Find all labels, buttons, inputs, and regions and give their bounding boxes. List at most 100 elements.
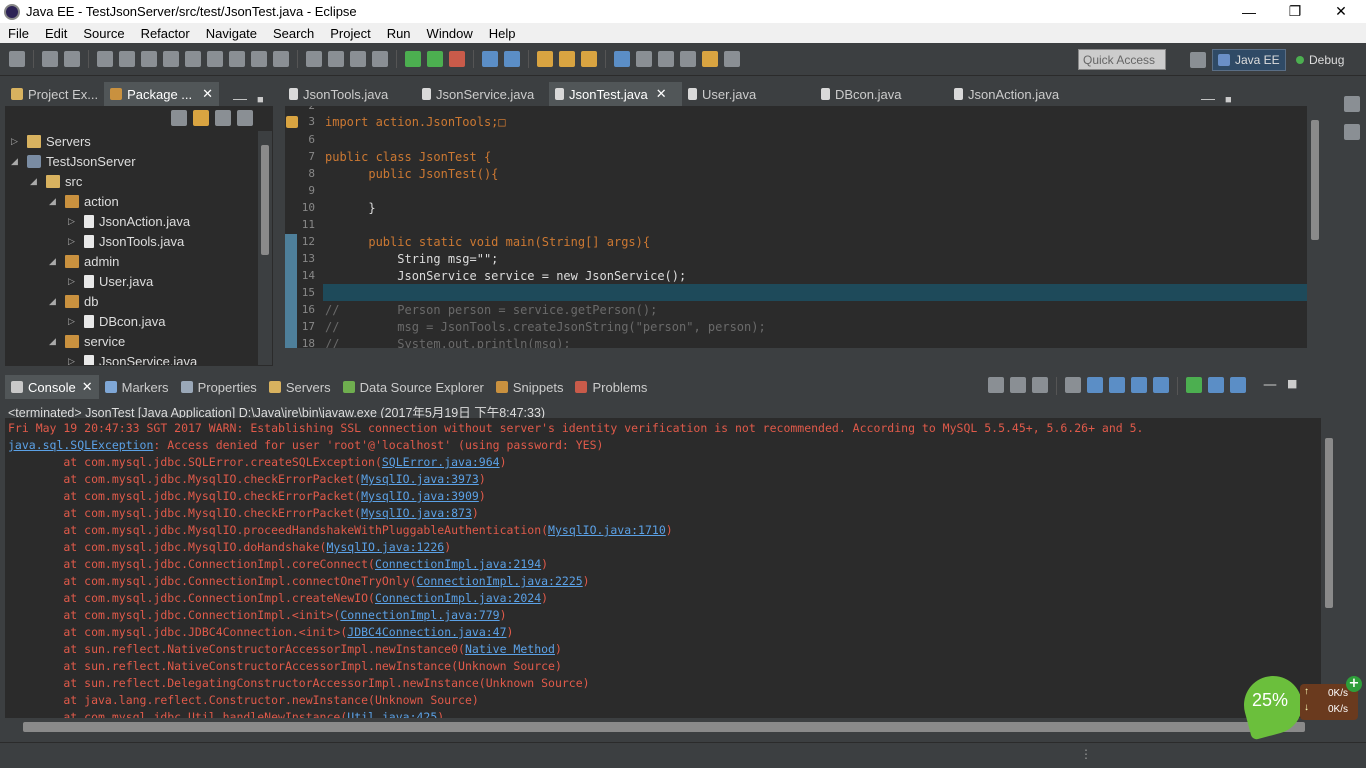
show-on-error-icon[interactable]	[1153, 377, 1169, 393]
code-line[interactable]: String msg="";	[325, 252, 498, 266]
tree-item[interactable]: ◢ action	[49, 191, 119, 211]
clear-console-icon[interactable]	[1065, 377, 1081, 393]
quick-access-input[interactable]: Quick Access	[1078, 49, 1166, 70]
editor-tab[interactable]: JsonTools.java	[283, 82, 416, 106]
code-line[interactable]: }	[325, 201, 375, 215]
stack-trace-link[interactable]: ConnectionImpl.java:2024	[375, 591, 541, 605]
menu-help[interactable]: Help	[481, 26, 524, 41]
minimize-view-icon[interactable]: —	[233, 90, 247, 106]
stack-trace-link[interactable]: MysqlIO.java:3973	[361, 472, 479, 486]
collapsed-arrow-icon[interactable]: ▷	[68, 356, 78, 366]
tree-item[interactable]: ▷ DBcon.java	[68, 311, 165, 331]
stack-trace-link[interactable]: ConnectionImpl.java:2225	[417, 574, 583, 588]
code-line[interactable]: public class JsonTest {	[325, 150, 491, 164]
console-icon[interactable]	[350, 51, 366, 67]
tree-item[interactable]: ◢ db	[49, 291, 98, 311]
tools-icon[interactable]	[328, 51, 344, 67]
open-console-icon[interactable]	[1230, 377, 1246, 393]
word-wrap-icon[interactable]	[1109, 377, 1125, 393]
expanded-arrow-icon[interactable]: ◢	[49, 296, 59, 307]
scroll-lock-icon[interactable]	[1087, 377, 1103, 393]
run-icon[interactable]	[427, 51, 443, 67]
editor-tab[interactable]: DBcon.java	[815, 82, 948, 106]
annotation-icon[interactable]	[636, 51, 652, 67]
suspend-icon[interactable]	[163, 51, 179, 67]
stack-trace-link[interactable]: MysqlIO.java:1226	[327, 540, 445, 554]
globe-icon[interactable]	[614, 51, 630, 67]
tab-project-explorer[interactable]: Project Ex...	[5, 82, 104, 106]
tab-package-explorer[interactable]: Package ... ✕	[104, 82, 220, 106]
tree-item[interactable]: ▷ JsonAction.java	[68, 211, 190, 231]
tree-item[interactable]: ▷ User.java	[68, 271, 153, 291]
menu-navigate[interactable]: Navigate	[198, 26, 265, 41]
view-menu-icon[interactable]	[237, 110, 253, 126]
step-into-icon[interactable]	[229, 51, 245, 67]
expanded-arrow-icon[interactable]: ◢	[49, 336, 59, 347]
menu-project[interactable]: Project	[322, 26, 378, 41]
code-line[interactable]: JsonService service = new JsonService();	[325, 269, 686, 283]
pin-console-icon[interactable]	[1186, 377, 1202, 393]
console-hscrollbar[interactable]	[5, 718, 1337, 736]
disconnect-icon[interactable]	[207, 51, 223, 67]
scrollbar-thumb[interactable]	[1311, 120, 1319, 240]
editor-tab[interactable]: JsonService.java	[416, 82, 549, 106]
collapsed-arrow-icon[interactable]: ▷	[68, 236, 78, 247]
stack-trace-link[interactable]: ConnectionImpl.java:779	[340, 608, 499, 622]
code-line[interactable]: import action.JsonTools;□	[325, 115, 506, 129]
collapsed-arrow-icon[interactable]: ▷	[68, 216, 78, 227]
new-java-class-icon[interactable]	[504, 51, 520, 67]
focus-icon[interactable]	[215, 110, 231, 126]
collapsed-arrow-icon[interactable]: ▷	[68, 316, 78, 327]
editor-hscrollbar[interactable]	[285, 348, 1323, 362]
save-all-icon[interactable]	[64, 51, 80, 67]
resume-icon[interactable]	[141, 51, 157, 67]
tree-item[interactable]: ◢ TestJsonServer	[11, 151, 136, 171]
perspective-debug[interactable]: Debug	[1296, 49, 1344, 71]
console-tab[interactable]: Data Source Explorer	[337, 375, 490, 399]
add-icon[interactable]: +	[1346, 676, 1362, 692]
close-tab-icon[interactable]: ✕	[202, 86, 213, 102]
pin-icon[interactable]	[658, 51, 674, 67]
collapsed-arrow-icon[interactable]: ▷	[68, 276, 78, 287]
network-speed-widget[interactable]: 25% ↑ 0K/s ↓ 0K/s +	[1237, 669, 1362, 741]
stack-trace-link[interactable]: SQLError.java:964	[382, 455, 500, 469]
tree-item[interactable]: ▷ JsonTools.java	[68, 231, 184, 251]
stack-trace-link[interactable]: JDBC4Connection.java:47	[347, 625, 506, 639]
maximize-console-icon[interactable]: ■	[1287, 377, 1297, 395]
code-line[interactable]: public JsonTest(){	[325, 167, 498, 181]
terminate-icon[interactable]	[185, 51, 201, 67]
console-tab[interactable]: Console ✕	[5, 375, 99, 399]
code-line[interactable]: public static void main(String[] args){	[325, 235, 650, 249]
print-icon[interactable]	[97, 51, 113, 67]
editor-tab[interactable]: User.java	[682, 82, 815, 106]
tree-item[interactable]: ◢ src	[30, 171, 82, 191]
tree-item[interactable]: ▷ Servers	[11, 131, 91, 151]
stack-trace-link[interactable]: MysqlIO.java:1710	[548, 523, 666, 537]
scrollbar-thumb[interactable]	[1325, 438, 1333, 608]
tree-item[interactable]: ◢ service	[49, 331, 125, 351]
menu-file[interactable]: File	[0, 26, 37, 41]
console-tab[interactable]: Problems	[569, 375, 653, 399]
perspective-java-ee[interactable]: Java EE	[1212, 49, 1286, 71]
stack-trace-link[interactable]: ConnectionImpl.java:2194	[375, 557, 541, 571]
show-on-output-icon[interactable]	[1131, 377, 1147, 393]
expanded-arrow-icon[interactable]: ◢	[11, 156, 21, 167]
menu-refactor[interactable]: Refactor	[133, 26, 198, 41]
close-window-button[interactable]: ✕	[1318, 0, 1364, 23]
step-over-icon[interactable]	[251, 51, 267, 67]
menu-source[interactable]: Source	[75, 26, 132, 41]
expanded-arrow-icon[interactable]: ◢	[49, 196, 59, 207]
new-java-package-icon[interactable]	[482, 51, 498, 67]
link-with-editor-icon[interactable]	[193, 110, 209, 126]
code-line[interactable]: // msg = JsonTools.createJsonString("per…	[325, 320, 766, 334]
skip-breakpoints-icon[interactable]	[119, 51, 135, 67]
console-tab[interactable]: Properties	[175, 375, 263, 399]
open-task-icon[interactable]	[559, 51, 575, 67]
external-tools-icon[interactable]	[449, 51, 465, 67]
scrollbar-thumb[interactable]	[23, 722, 1305, 732]
stack-trace-link[interactable]: MysqlIO.java:873	[361, 506, 472, 520]
console-output[interactable]: Fri May 19 20:47:33 SGT 2017 WARN: Estab…	[5, 418, 1321, 718]
code-line[interactable]: // Person person = service.getPerson();	[325, 303, 657, 317]
server-icon[interactable]	[306, 51, 322, 67]
stack-trace-link[interactable]: Native Method	[465, 642, 555, 656]
